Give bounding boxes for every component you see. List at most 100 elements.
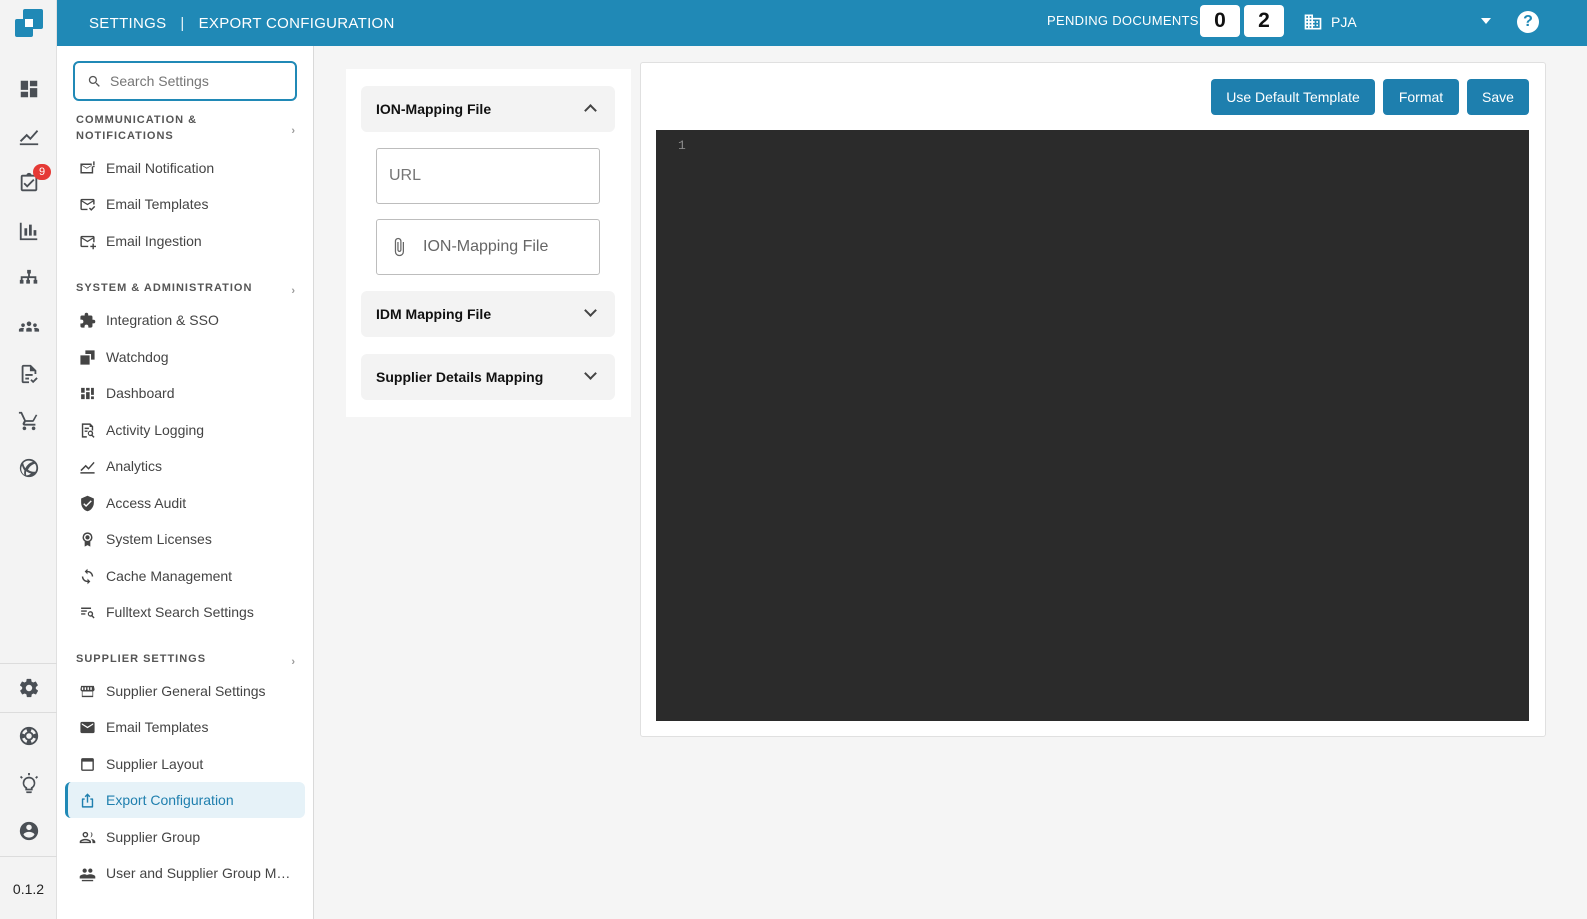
rail-divider bbox=[0, 712, 57, 713]
section-title: SYSTEM & ADMINISTRATION bbox=[76, 282, 253, 294]
sidebar-item-label: Dashboard bbox=[106, 385, 175, 401]
sidebar-item-email-notification[interactable]: Email Notification bbox=[65, 150, 305, 186]
app-logo-icon[interactable] bbox=[0, 0, 57, 46]
sidebar-item-supplier-group[interactable]: Supplier Group bbox=[65, 819, 305, 855]
sidebar-item-label: Analytics bbox=[106, 458, 163, 474]
analytics-icon[interactable] bbox=[0, 121, 57, 151]
accordion-title: Supplier Details Mapping bbox=[376, 369, 544, 385]
url-input[interactable] bbox=[389, 167, 579, 185]
sidebar-item-label: User and Supplier Group Ma... bbox=[106, 865, 291, 881]
dashboard-icon[interactable] bbox=[0, 74, 57, 104]
sidebar-item-label: Supplier General Settings bbox=[106, 683, 266, 699]
paperclip-icon bbox=[394, 237, 404, 257]
sidebar-item-label: Activity Logging bbox=[106, 422, 205, 438]
cart-icon[interactable] bbox=[0, 406, 57, 436]
use-default-template-button[interactable]: Use Default Template bbox=[1211, 79, 1375, 115]
sidebar-item-fulltext-search-settings[interactable]: Fulltext Search Settings bbox=[65, 594, 305, 630]
lightbulb-icon[interactable] bbox=[0, 769, 57, 799]
tasks-icon[interactable]: 9 bbox=[0, 164, 57, 198]
mapping-accordion-panel: ION-Mapping File ION-Mapping File IDM Ma… bbox=[346, 69, 631, 417]
ion-mapping-file-field[interactable]: ION-Mapping File bbox=[376, 219, 600, 275]
email-ingest-icon bbox=[80, 235, 96, 249]
sidebar-item-label: Fulltext Search Settings bbox=[106, 604, 254, 620]
user-account-icon[interactable] bbox=[0, 816, 57, 846]
breadcrumb-settings[interactable]: SETTINGS bbox=[89, 15, 166, 32]
hierarchy-icon[interactable] bbox=[0, 264, 57, 294]
sidebar-item-label: Export Configuration bbox=[106, 792, 234, 808]
support-lifebuoy-icon[interactable] bbox=[0, 721, 57, 751]
layout-window-icon bbox=[81, 757, 94, 771]
puzzle-icon bbox=[80, 312, 96, 328]
help-icon[interactable]: ? bbox=[1517, 11, 1539, 33]
refresh-icon bbox=[81, 568, 94, 584]
code-editor[interactable]: 1 bbox=[656, 130, 1529, 721]
section-header-communication[interactable]: COMMUNICATION & NOTIFICATIONS › bbox=[76, 112, 296, 144]
sidebar-item-watchdog[interactable]: Watchdog bbox=[65, 339, 305, 375]
award-badge-icon bbox=[82, 531, 93, 547]
sidebar-item-access-audit[interactable]: Access Audit bbox=[65, 485, 305, 521]
settings-gear-icon[interactable] bbox=[0, 673, 57, 703]
sidebar-item-analytics[interactable]: Analytics bbox=[65, 448, 305, 484]
sidebar-item-email-ingestion[interactable]: Email Ingestion bbox=[65, 223, 305, 259]
chevron-right-icon: › bbox=[291, 656, 296, 668]
email-template-icon bbox=[80, 198, 96, 211]
document-check-icon[interactable] bbox=[0, 359, 57, 389]
icon-rail: 9 0.1.2 bbox=[0, 0, 57, 919]
breadcrumb-current: EXPORT CONFIGURATION bbox=[198, 14, 395, 32]
section-header-system-administration[interactable]: SYSTEM & ADMINISTRATION › bbox=[76, 280, 296, 297]
accordion-idm-mapping-file[interactable]: IDM Mapping File bbox=[361, 291, 615, 337]
accordion-title: IDM Mapping File bbox=[376, 306, 492, 322]
mail-icon bbox=[80, 721, 95, 733]
pending-documents-label: PENDING DOCUMENTS: bbox=[1047, 13, 1203, 28]
rail-divider bbox=[0, 663, 57, 664]
sidebar-item-activity-logging[interactable]: Activity Logging bbox=[65, 412, 305, 448]
building-icon bbox=[1304, 14, 1322, 30]
sidebar-item-label: Cache Management bbox=[106, 568, 233, 584]
sidebar-item-email-templates[interactable]: Email Templates bbox=[65, 186, 305, 222]
watchdog-icon bbox=[80, 349, 95, 365]
line-chart-icon bbox=[80, 461, 95, 474]
sidebar-item-label: Integration & SSO bbox=[106, 312, 219, 328]
sidebar-item-export-configuration[interactable]: Export Configuration bbox=[65, 782, 305, 818]
chevron-right-icon: › bbox=[291, 285, 296, 297]
organization-name: PJA bbox=[1331, 14, 1357, 30]
brand-swirl-icon[interactable] bbox=[0, 453, 57, 483]
sidebar-item-label: Access Audit bbox=[106, 495, 187, 511]
sidebar-item-cache-management[interactable]: Cache Management bbox=[65, 558, 305, 594]
sidebar-item-integration-sso[interactable]: Integration & SSO bbox=[65, 302, 305, 338]
sidebar-item-system-licenses[interactable]: System Licenses bbox=[65, 521, 305, 557]
rail-divider bbox=[0, 856, 57, 857]
breadcrumb: SETTINGS | EXPORT CONFIGURATION bbox=[89, 0, 395, 46]
sidebar-item-supplier-general-settings[interactable]: Supplier General Settings bbox=[65, 673, 305, 709]
users-icon[interactable] bbox=[0, 312, 57, 342]
breadcrumb-separator: | bbox=[180, 14, 185, 32]
sidebar-item-label: Watchdog bbox=[106, 349, 169, 365]
chevron-down-icon[interactable] bbox=[1481, 18, 1491, 24]
sidebar-item-label: Email Templates bbox=[106, 196, 209, 212]
log-search-icon bbox=[81, 422, 95, 438]
app-version: 0.1.2 bbox=[12, 881, 45, 897]
sidebar-item-supplier-layout[interactable]: Supplier Layout bbox=[65, 746, 305, 782]
section-header-supplier-settings[interactable]: SUPPLIER SETTINGS › bbox=[76, 651, 296, 668]
sidebar-item-dashboard[interactable]: Dashboard bbox=[65, 375, 305, 411]
sidebar-item-supplier-email-templates[interactable]: Email Templates bbox=[65, 709, 305, 745]
accordion-ion-mapping-file[interactable]: ION-Mapping File bbox=[361, 86, 615, 132]
shield-check-icon bbox=[81, 495, 94, 511]
tasks-badge: 9 bbox=[33, 164, 51, 180]
sidebar-item-user-supplier-group-mapping[interactable]: User and Supplier Group Ma... bbox=[65, 855, 305, 891]
accordion-supplier-details-mapping[interactable]: Supplier Details Mapping bbox=[361, 354, 615, 400]
organization-selector[interactable]: PJA bbox=[1303, 12, 1357, 32]
sidebar-item-label: Supplier Group bbox=[106, 829, 201, 845]
format-button[interactable]: Format bbox=[1383, 79, 1459, 115]
url-field[interactable] bbox=[376, 148, 600, 204]
save-button[interactable]: Save bbox=[1467, 79, 1529, 115]
sidebar-item-label: Email Templates bbox=[106, 719, 209, 735]
sidebar-item-label: Supplier Layout bbox=[106, 756, 204, 772]
pending-digit: 2 bbox=[1244, 5, 1284, 37]
sidebar-item-label: System Licenses bbox=[106, 531, 212, 547]
sidebar-item-label: Email Ingestion bbox=[106, 233, 202, 249]
search-box[interactable] bbox=[73, 61, 297, 101]
search-input[interactable] bbox=[110, 73, 280, 89]
reports-icon[interactable] bbox=[0, 216, 57, 246]
text-search-icon bbox=[81, 607, 95, 618]
